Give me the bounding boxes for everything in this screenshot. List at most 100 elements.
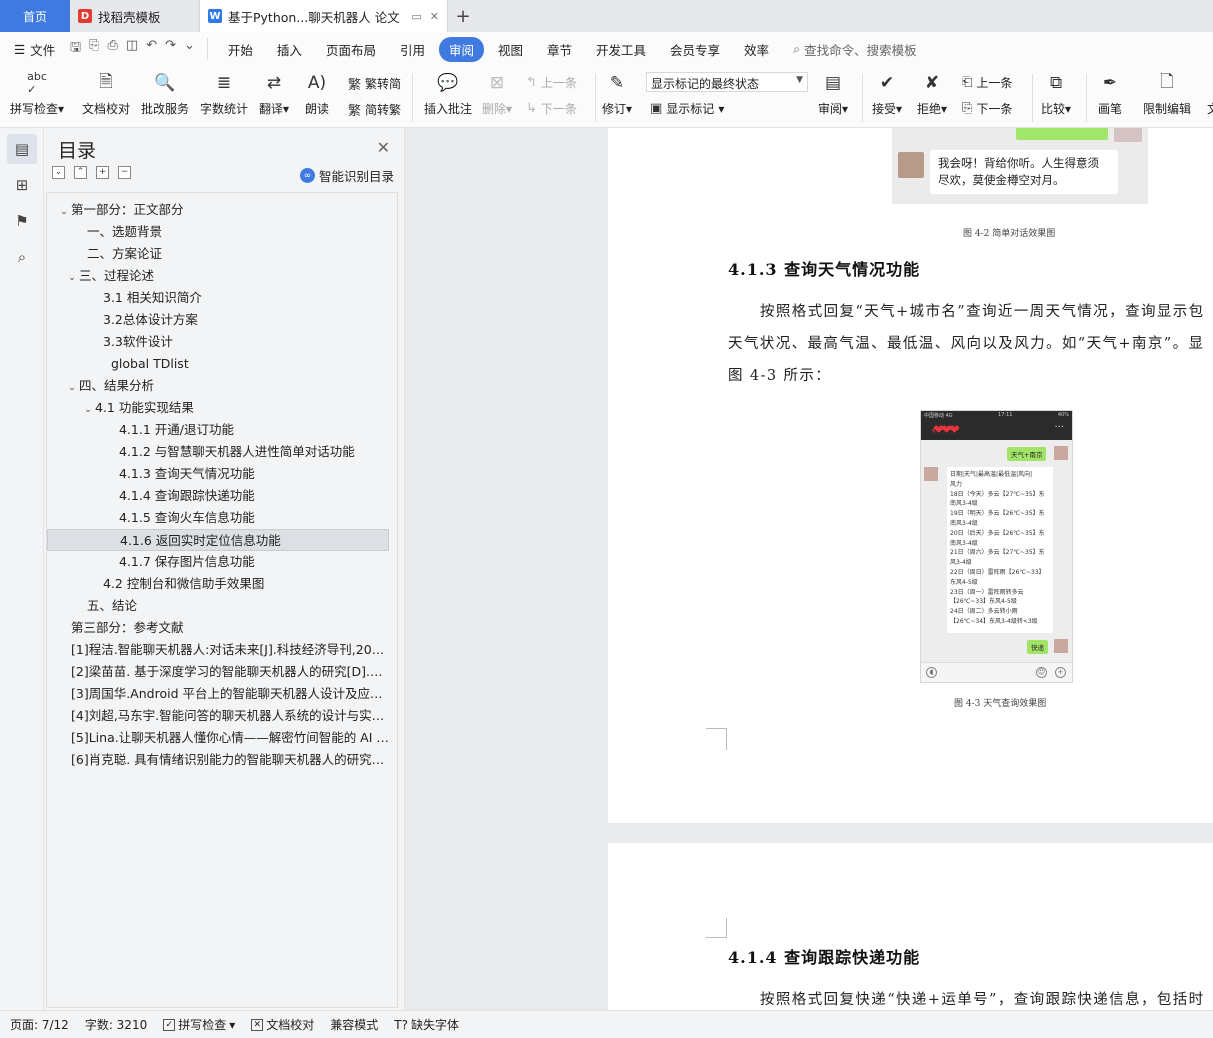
show-markup-button[interactable]: ▣ 显示标记 ▾ [650, 100, 724, 117]
simp-to-trad-button[interactable]: 繁简转繁 [348, 100, 401, 119]
read-aloud-button[interactable]: A) 朗读 [304, 66, 330, 117]
toc-item[interactable]: 4.2 控制台和微信助手效果图 [47, 573, 397, 595]
toc-item-label: 3.3软件设计 [103, 334, 173, 349]
next-comment-button[interactable]: ↳ 下一条 [526, 100, 577, 117]
toc-item[interactable]: [1]程洁.智能聊天机器人:对话未来[J].科技经济导刊,2016(33):15… [47, 639, 397, 661]
add-heading-icon[interactable]: + [96, 166, 109, 179]
toc-item[interactable]: ⌄ 第一部分：正文部分 [47, 199, 397, 221]
menu-tab[interactable]: 页面布局 [316, 37, 386, 62]
smart-toc-button[interactable]: ∞ 智能识别目录 [299, 166, 394, 185]
phone-weather-reply: 日期|天气|最高温|最低温|风向| 风力 18日（今天）多云【27℃~35】东 … [947, 467, 1053, 633]
search-icon[interactable]: ⌕ [7, 242, 37, 272]
chevron-down-icon[interactable]: ⌄ [81, 399, 95, 419]
save-icon[interactable]: 🖫 [70, 38, 81, 60]
tab-document[interactable]: W 基于Python...聊天机器人 论文 ▭ ✕ [200, 0, 448, 32]
prev-comment-button[interactable]: ↰ 上一条 [526, 74, 577, 91]
command-search[interactable]: ⌕ 查找命令、搜索模板 [793, 40, 917, 59]
menu-tab[interactable]: 开始 [218, 37, 263, 62]
track-changes-button[interactable]: ✎ 修订▾ [602, 66, 632, 117]
missing-font-button[interactable]: T? 缺失字体 [394, 1016, 459, 1033]
menu-tab[interactable]: 效率 [734, 37, 779, 62]
chapter-nav-icon[interactable]: ⊞ [7, 170, 37, 200]
print-preview-icon[interactable]: ◫ [126, 38, 138, 60]
spell-check-button[interactable]: abc ✓ 拼写检查▾ [10, 66, 64, 117]
menu-tab[interactable]: 引用 [390, 37, 435, 62]
doc-proof-button[interactable]: 🗎 文档校对 [82, 66, 130, 117]
doc-permission-button[interactable]: 文 [1200, 66, 1213, 117]
toc-item[interactable]: 4.1.7 保存图片信息功能 [47, 551, 397, 573]
collapse-all-icon[interactable]: ⌃ [74, 166, 87, 179]
toc-item[interactable]: [4]刘超,马东宇.智能问答的聊天机器人系统的设计与实现[J]. [47, 705, 397, 727]
chevron-down-icon[interactable]: ⌄ [65, 377, 79, 397]
batch-service-button[interactable]: 🔍 批改服务 [141, 66, 189, 117]
menu-tab[interactable]: 开发工具 [586, 37, 656, 62]
menu-tab[interactable]: 会员专享 [660, 37, 730, 62]
menu-tab[interactable]: 审阅 [438, 36, 484, 62]
tab-close-icon[interactable]: ✕ [430, 10, 439, 23]
markup-state-value: 显示标记的最终状态 [651, 77, 760, 91]
toc-item[interactable]: 五、结论 [47, 595, 397, 617]
bookmark-icon[interactable]: ⚑ [7, 206, 37, 236]
page-indicator[interactable]: 页面: 7/12 [10, 1016, 69, 1033]
delete-comment-button[interactable]: ⊠ 删除▾ [482, 66, 512, 117]
toc-item[interactable]: ⌄ 4.1 功能实现结果 [47, 397, 397, 419]
word-count-indicator[interactable]: 字数: 3210 [85, 1016, 147, 1033]
toc-item[interactable]: global TDlist [47, 353, 397, 375]
tab-template[interactable]: D 找稻壳模板 [70, 0, 200, 32]
toc-item[interactable]: 一、选题背景 [47, 221, 397, 243]
toc-item[interactable]: 4.1.2 与智慧聊天机器人进性简单对话功能 [47, 441, 397, 463]
toc-item[interactable]: 4.1.3 查询天气情况功能 [47, 463, 397, 485]
document-page[interactable] [608, 843, 1213, 1010]
toc-item[interactable]: 二、方案论证 [47, 243, 397, 265]
toc-item[interactable]: [2]梁苗苗. 基于深度学习的智能聊天机器人的研究[D].浙江理工大学,2018… [47, 661, 397, 683]
tab-home[interactable]: 首页 [0, 0, 70, 32]
pen-button[interactable]: ✒ 画笔 [1097, 66, 1123, 117]
more-icon[interactable]: ⌄ [184, 38, 195, 60]
toc-item[interactable]: [3]周国华.Android 平台上的智能聊天机器人设计及应用[D]. [47, 683, 397, 705]
toc-item[interactable]: 4.1.5 查询火车信息功能 [47, 507, 397, 529]
redo-icon[interactable]: ↷ [165, 38, 176, 60]
menu-tab[interactable]: 插入 [267, 37, 312, 62]
tab-float-icon[interactable]: ▭ [411, 10, 421, 23]
toc-item[interactable]: 3.2总体设计方案 [47, 309, 397, 331]
toc-item[interactable]: 3.3软件设计 [47, 331, 397, 353]
reject-button[interactable]: ✘ 拒绝▾ [917, 66, 947, 117]
toc-item[interactable]: 第三部分：参考文献 [47, 617, 397, 639]
toc-item[interactable]: 4.1.4 查询跟踪快递功能 [47, 485, 397, 507]
doc-proof-status[interactable]: ✕ 文档校对 [251, 1016, 314, 1033]
undo-icon[interactable]: ↶ [146, 38, 157, 60]
close-icon[interactable]: ✕ [377, 138, 390, 157]
accept-button[interactable]: ✔ 接受▾ [872, 66, 902, 117]
toc-item[interactable]: [6]肖克聪. 具有情绪识别能力的智能聊天机器人的研究[D]. [47, 749, 397, 771]
expand-all-icon[interactable]: ⌄ [52, 166, 65, 179]
print-icon[interactable]: ⎙ [107, 38, 117, 60]
word-count-button[interactable]: ≣ 字数统计 [200, 66, 248, 117]
next-change-button[interactable]: ⎘ 下一条 [962, 100, 1012, 117]
spell-check-toggle[interactable]: ✓ 拼写检查 ▾ [163, 1016, 235, 1033]
new-tab-button[interactable]: + [448, 0, 478, 32]
file-menu[interactable]: ☰ 文件 [0, 40, 70, 59]
menu-tab[interactable]: 视图 [488, 37, 533, 62]
toc-item[interactable]: 4.1.1 开通/退订功能 [47, 419, 397, 441]
review-pane-button[interactable]: ▤ 审阅▾ [818, 66, 848, 117]
export-icon[interactable]: ⎘ [89, 38, 99, 60]
prev-change-button[interactable]: ⎗ 上一条 [962, 74, 1012, 91]
toc-item[interactable]: ⌄ 三、过程论述 [47, 265, 397, 287]
toc-item[interactable]: 3.1 相关知识简介 [47, 287, 397, 309]
document-page[interactable] [608, 128, 1213, 823]
restrict-edit-button[interactable]: 🗋 限制编辑 [1143, 66, 1191, 117]
toc-item[interactable]: 4.1.6 返回实时定位信息功能 [47, 529, 389, 551]
menu-tab[interactable]: 章节 [537, 37, 582, 62]
toc-item[interactable]: ⌄ 四、结果分析 [47, 375, 397, 397]
markup-state-select[interactable]: 显示标记的最终状态 ▼ [646, 72, 808, 92]
insert-comment-button[interactable]: 💬 插入批注 [424, 66, 472, 117]
trad-to-simp-button[interactable]: 繁繁转简 [348, 74, 401, 93]
remove-heading-icon[interactable]: − [118, 166, 131, 179]
toc-item[interactable]: [5]Lina.让聊天机器人懂你心情——解密竹间智能的 AI 技术 [47, 727, 397, 749]
translate-button[interactable]: ⇄ 翻译▾ [259, 66, 289, 117]
chevron-down-icon[interactable]: ⌄ [57, 201, 71, 221]
toc-panel-icon[interactable]: ▤ [7, 134, 37, 164]
compare-button[interactable]: ⧉ 比较▾ [1041, 66, 1071, 117]
compare-icon: ⧉ [1049, 73, 1063, 93]
chevron-down-icon[interactable]: ⌄ [65, 267, 79, 287]
